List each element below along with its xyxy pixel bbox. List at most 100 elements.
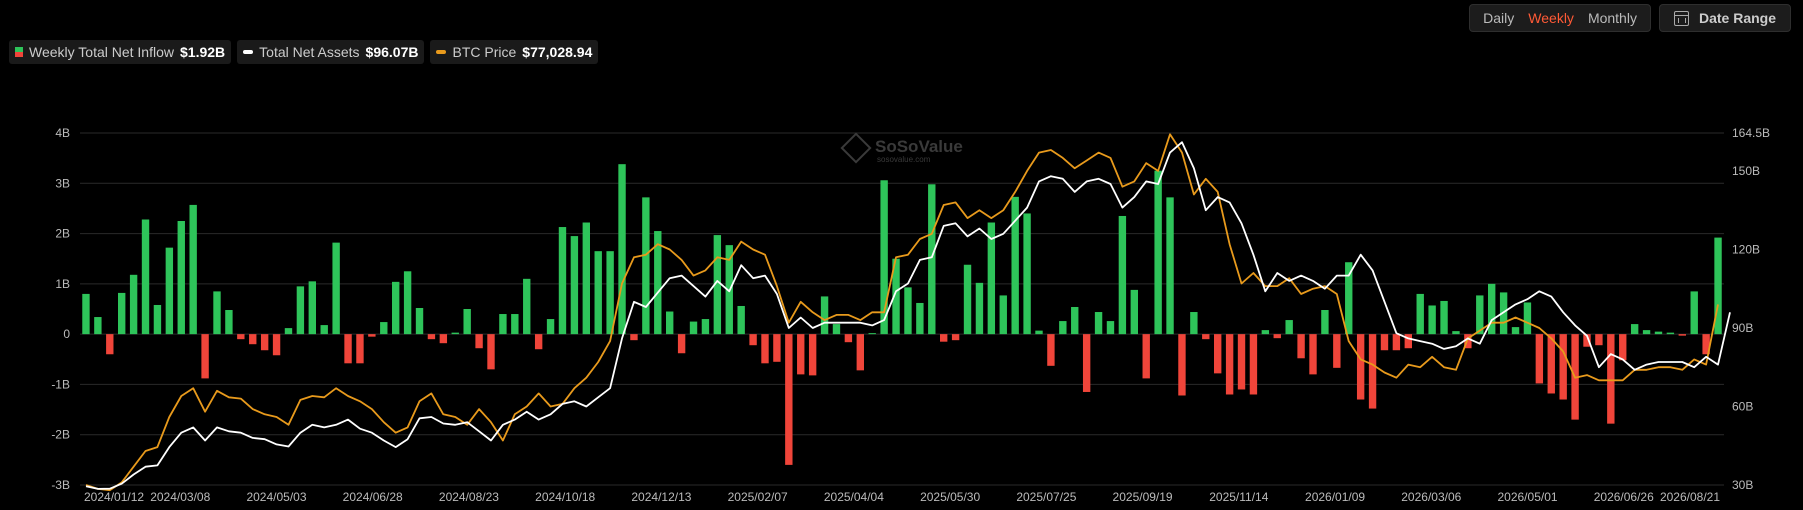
inflow-bar xyxy=(582,222,590,335)
inflow-bar xyxy=(320,325,328,335)
inflow-bar xyxy=(928,184,936,335)
x-tick-label: 2026/05/01 xyxy=(1497,490,1557,504)
y-tick-label: -1B xyxy=(51,377,70,391)
inflow-bar xyxy=(785,334,793,465)
inflow-bar xyxy=(1249,334,1258,395)
inflow-bar xyxy=(332,242,340,335)
inflow-bar xyxy=(737,305,745,335)
inflow-bar xyxy=(523,278,531,335)
inflow-bar xyxy=(129,274,138,335)
y-tick-label: 4B xyxy=(55,126,70,140)
inflow-bar xyxy=(808,334,817,376)
x-tick-label: 2025/07/25 xyxy=(1016,490,1076,504)
inflow-bar xyxy=(570,236,579,335)
inflow-bar xyxy=(1452,331,1460,335)
inflow-bar xyxy=(1202,334,1210,340)
inflow-bar xyxy=(380,322,388,335)
inflow-bar xyxy=(1166,197,1174,335)
y-tick-label: 0 xyxy=(63,327,70,341)
inflow-bar xyxy=(1595,334,1603,346)
x-tick-label: 2025/02/07 xyxy=(728,490,788,504)
inflow-bar xyxy=(1619,334,1627,361)
inflow-bar xyxy=(689,321,698,335)
inflow-bar xyxy=(594,251,602,335)
inflow-bar xyxy=(427,334,436,340)
inflow-bar xyxy=(106,334,114,355)
inflow-bar xyxy=(82,293,90,335)
inflow-bar xyxy=(1035,330,1043,335)
x-tick-label: 2026/01/09 xyxy=(1305,490,1365,504)
inflow-bar xyxy=(1261,330,1270,335)
inflow-bar xyxy=(904,287,912,335)
inflow-bar xyxy=(308,281,316,335)
x-tick-label: 2024/03/08 xyxy=(150,490,210,504)
inflow-bar xyxy=(1690,291,1698,335)
inflow-bar xyxy=(1535,334,1544,384)
y2-tick-label: 164.5B xyxy=(1732,126,1770,140)
inflow-bar xyxy=(1321,310,1329,335)
inflow-bar xyxy=(165,247,174,335)
inflow-bar xyxy=(797,334,805,375)
watermark-logo-icon xyxy=(840,132,872,164)
inflow-bar xyxy=(1118,215,1127,335)
inflow-bar xyxy=(1392,334,1401,351)
x-tick-label: 2024/12/13 xyxy=(631,490,691,504)
inflow-bar xyxy=(439,334,448,344)
inflow-bar xyxy=(1607,334,1615,424)
inflow-bar xyxy=(951,334,960,341)
inflow-bar xyxy=(1678,334,1686,336)
inflow-bar xyxy=(916,302,924,335)
inflow-bar xyxy=(1630,324,1639,335)
inflow-bar xyxy=(141,219,150,335)
inflow-bar xyxy=(1225,334,1234,395)
inflow-bar xyxy=(511,314,519,335)
inflow-bar xyxy=(666,311,674,335)
inflow-bar xyxy=(118,292,126,335)
inflow-bar xyxy=(356,334,364,364)
inflow-bar xyxy=(618,164,626,335)
inflow-bar xyxy=(213,291,221,335)
y2-tick-label: 90B xyxy=(1732,321,1753,335)
inflow-bar xyxy=(1082,334,1091,392)
x-axis: 2024/01/12 2024/03/08 2024/05/03 2024/06/28… xyxy=(84,490,1720,504)
inflow-bar xyxy=(225,310,233,335)
inflow-bar xyxy=(1654,331,1663,335)
inflow-bar xyxy=(1547,334,1555,394)
inflow-bar xyxy=(1178,334,1186,396)
inflow-bar xyxy=(1106,321,1115,335)
x-tick-label: 2026/08/21 xyxy=(1660,490,1720,504)
y-tick-label: 1B xyxy=(55,277,70,291)
inflow-bar xyxy=(1368,334,1377,409)
inflow-bar xyxy=(272,334,281,356)
inflow-bar xyxy=(392,281,400,335)
inflow-bar xyxy=(1428,305,1436,335)
y2-tick-label: 120B xyxy=(1732,242,1760,256)
inflow-bar xyxy=(463,309,471,335)
inflow-bar xyxy=(153,304,162,335)
x-tick-label: 2024/08/23 xyxy=(439,490,499,504)
inflow-bar xyxy=(642,197,650,335)
y-tick-label: 2B xyxy=(55,227,70,241)
inflow-bar xyxy=(1356,334,1365,400)
inflow-bar xyxy=(1345,262,1353,335)
inflow-bar xyxy=(499,314,507,335)
inflow-bar xyxy=(1094,312,1103,335)
inflow-bar xyxy=(773,334,781,362)
inflow-bar xyxy=(1666,332,1675,335)
inflow-bar xyxy=(1273,334,1281,339)
inflow-bar xyxy=(1440,300,1448,335)
inflow-bar xyxy=(630,334,638,341)
inflow-bar xyxy=(940,334,948,342)
inflow-bar xyxy=(487,334,495,370)
inflow-bar xyxy=(475,334,483,349)
inflow-bar xyxy=(1154,170,1162,335)
inflow-bar xyxy=(1297,334,1305,359)
y-tick-label: -3B xyxy=(51,478,70,492)
inflow-bar xyxy=(975,282,984,335)
inflow-bar xyxy=(868,333,876,335)
inflow-bar xyxy=(1523,302,1532,335)
inflow-bar xyxy=(1380,334,1389,351)
inflow-bar xyxy=(832,324,841,335)
inflow-bar xyxy=(749,334,757,346)
inflow-bar xyxy=(177,221,185,335)
